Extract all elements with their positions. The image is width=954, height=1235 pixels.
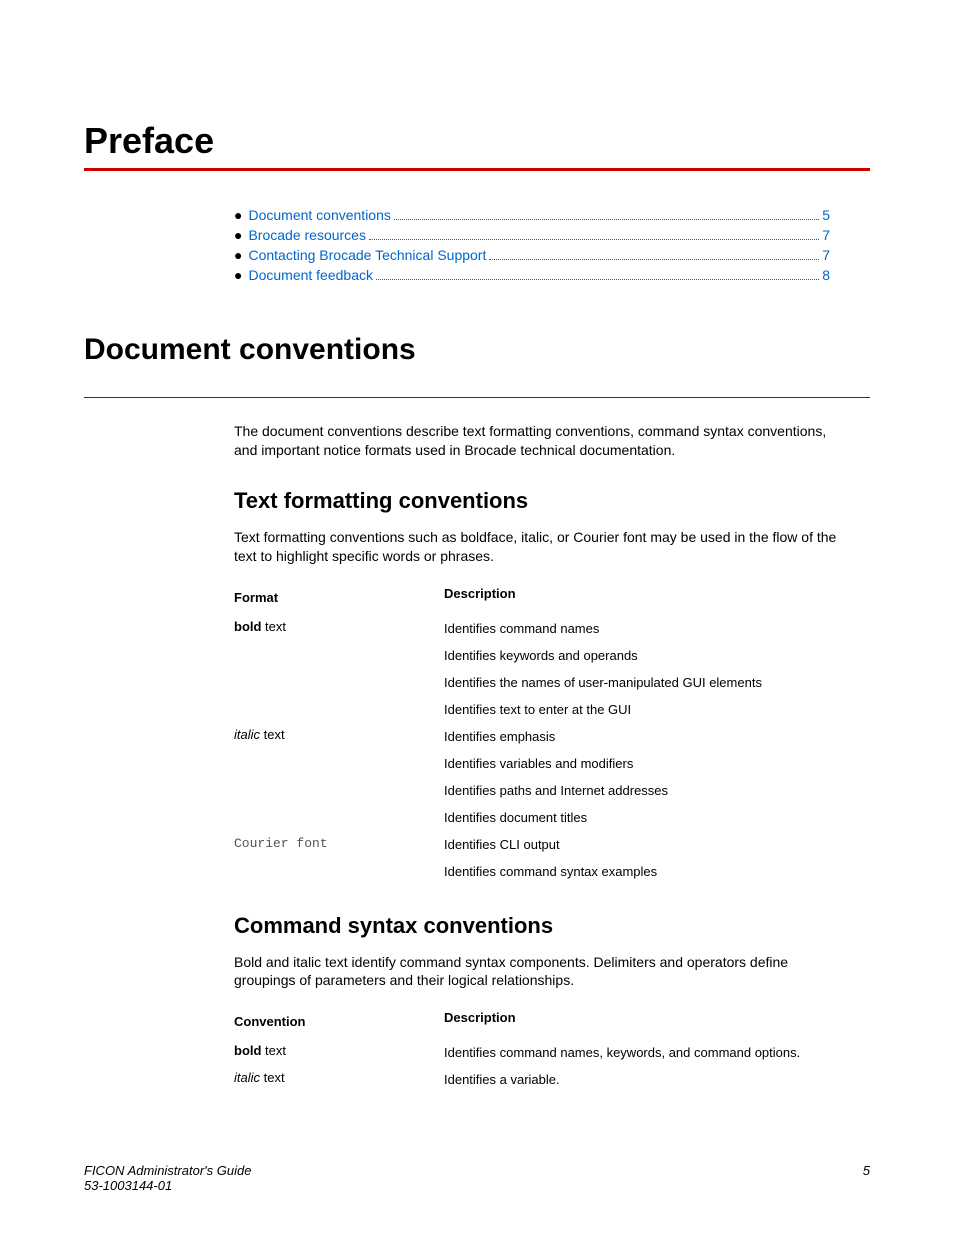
toc-leader [394, 219, 819, 220]
format-suffix: text [261, 619, 286, 634]
table-row: bold text Identifies command names Ident… [234, 615, 850, 723]
table-row: bold text Identifies command names, keyw… [234, 1039, 850, 1066]
subheading-command-syntax: Command syntax conventions [234, 913, 850, 939]
format-bold-label: bold [234, 619, 261, 634]
description-cell: Identifies emphasis Identifies variables… [444, 723, 850, 831]
desc-line: Identifies text to enter at the GUI [444, 696, 850, 723]
desc-line: Identifies keywords and operands [444, 642, 850, 669]
format-courier-label: Courier font [234, 836, 328, 851]
description-cell: Identifies command names, keywords, and … [444, 1039, 850, 1066]
col-header-format: Format [234, 586, 444, 615]
format-cell: bold text [234, 615, 444, 638]
toc-leader [489, 259, 819, 260]
toc-link[interactable]: Brocade resources [248, 227, 366, 243]
desc-line: Identifies command names [444, 615, 850, 642]
toc-leader [369, 239, 819, 240]
desc-line: Identifies the names of user-manipulated… [444, 669, 850, 696]
format-cell: Courier font [234, 831, 444, 855]
convention-cell: bold text [234, 1039, 444, 1062]
toc-link[interactable]: Document conventions [248, 207, 390, 223]
format-cell: italic text [234, 723, 444, 746]
table-row: Courier font Identifies CLI output Ident… [234, 831, 850, 885]
command-syntax-table: Convention Description bold text Identif… [234, 1010, 850, 1093]
format-bold-label: bold [234, 1043, 261, 1058]
toc-entry: ● Brocade resources 7 [234, 227, 830, 243]
subheading-text-formatting: Text formatting conventions [234, 488, 850, 514]
footer-page-number: 5 [863, 1163, 870, 1193]
text-formatting-table: Format Description bold text Identifies … [234, 586, 850, 885]
format-suffix: text [260, 1070, 285, 1085]
table-of-contents: ● Document conventions 5 ● Brocade resou… [234, 207, 830, 283]
content-block: The document conventions describe text f… [234, 422, 850, 1093]
bullet-icon: ● [234, 227, 242, 243]
toc-page-link[interactable]: 7 [822, 247, 830, 263]
bullet-icon: ● [234, 207, 242, 223]
toc-leader [376, 279, 819, 280]
toc-page-link[interactable]: 5 [822, 207, 830, 223]
desc-line: Identifies emphasis [444, 723, 850, 750]
footer-doc-number: 53-1003144-01 [84, 1178, 251, 1193]
text-formatting-intro: Text formatting conventions such as bold… [234, 528, 850, 566]
format-italic-label: italic [234, 1070, 260, 1085]
bullet-icon: ● [234, 267, 242, 283]
desc-line: Identifies document titles [444, 804, 850, 831]
toc-entry: ● Document conventions 5 [234, 207, 830, 223]
toc-link[interactable]: Document feedback [248, 267, 373, 283]
desc-line: Identifies CLI output [444, 831, 850, 858]
col-header-description: Description [444, 586, 850, 611]
description-cell: Identifies command names Identifies keyw… [444, 615, 850, 723]
description-cell: Identifies a variable. [444, 1066, 850, 1093]
convention-cell: italic text [234, 1066, 444, 1089]
format-suffix: text [261, 1043, 286, 1058]
col-header-description: Description [444, 1010, 850, 1035]
section-intro: The document conventions describe text f… [234, 422, 850, 460]
format-italic-label: italic [234, 727, 260, 742]
toc-entry: ● Document feedback 8 [234, 267, 830, 283]
command-syntax-intro: Bold and italic text identify command sy… [234, 953, 850, 991]
desc-line: Identifies variables and modifiers [444, 750, 850, 777]
footer-doc-title: FICON Administrator's Guide [84, 1163, 251, 1178]
bullet-icon: ● [234, 247, 242, 263]
footer-left: FICON Administrator's Guide 53-1003144-0… [84, 1163, 251, 1193]
toc-entry: ● Contacting Brocade Technical Support 7 [234, 247, 830, 263]
toc-page-link[interactable]: 7 [822, 227, 830, 243]
col-header-convention: Convention [234, 1010, 444, 1039]
page-footer: FICON Administrator's Guide 53-1003144-0… [84, 1163, 870, 1193]
desc-line: Identifies paths and Internet addresses [444, 777, 850, 804]
section-heading-document-conventions: Document conventions [84, 333, 870, 367]
table-header-row: Format Description [234, 586, 850, 615]
description-cell: Identifies CLI output Identifies command… [444, 831, 850, 885]
desc-line: Identifies command syntax examples [444, 858, 850, 885]
format-suffix: text [260, 727, 285, 742]
heading-rule [84, 168, 870, 171]
chapter-title: Preface [84, 120, 870, 162]
table-row: italic text Identifies a variable. [234, 1066, 850, 1093]
toc-link[interactable]: Contacting Brocade Technical Support [248, 247, 486, 263]
table-row: italic text Identifies emphasis Identifi… [234, 723, 850, 831]
toc-page-link[interactable]: 8 [822, 267, 830, 283]
table-header-row: Convention Description [234, 1010, 850, 1039]
section-rule [84, 397, 870, 398]
